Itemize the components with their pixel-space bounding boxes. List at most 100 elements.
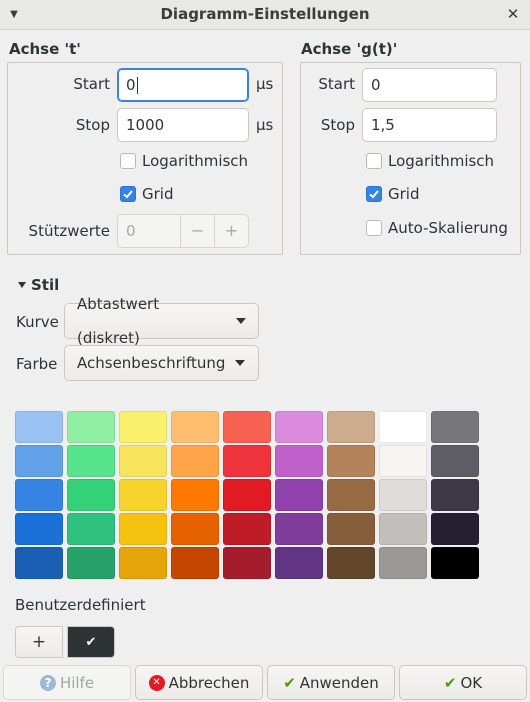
axis-t-stop-input[interactable]: 1000	[117, 108, 249, 142]
help-icon: ?	[39, 674, 56, 691]
ok-button[interactable]: ✔ OK	[399, 665, 527, 700]
curve-label: Kurve	[16, 313, 59, 331]
color-swatch[interactable]	[431, 479, 479, 511]
axis-t-stop-label: Stop	[75, 116, 110, 134]
cancel-button-label: Abbrechen	[168, 673, 250, 692]
chevron-down-icon	[235, 360, 246, 366]
color-palette	[15, 411, 481, 581]
color-swatch[interactable]	[223, 479, 271, 511]
color-swatch[interactable]	[15, 513, 63, 545]
samples-value: 0	[126, 222, 136, 240]
checkmark-icon: ✔	[283, 673, 296, 692]
axis-g-logarithmic-label: Logarithmisch	[388, 152, 495, 170]
axis-g-stop-input[interactable]: 1,5	[362, 108, 497, 142]
add-custom-color-button[interactable]: +	[15, 626, 63, 658]
color-swatch[interactable]	[379, 547, 427, 579]
axis-g-title: Achse 'g(t)'	[301, 40, 398, 58]
color-swatch[interactable]	[171, 513, 219, 545]
color-swatch[interactable]	[327, 479, 375, 511]
color-swatch[interactable]	[327, 513, 375, 545]
color-swatch[interactable]	[431, 547, 479, 579]
color-swatch[interactable]	[171, 479, 219, 511]
color-dropdown-value: Achsenbeschriftung	[77, 354, 226, 372]
apply-button[interactable]: ✔ Anwenden	[267, 665, 395, 700]
help-button-label: Hilfe	[59, 673, 95, 692]
axis-g-grid-checkbox[interactable]: Grid	[366, 185, 419, 203]
color-dropdown[interactable]: Achsenbeschriftung	[64, 345, 259, 381]
color-swatch[interactable]	[67, 411, 115, 443]
samples-decrease-button[interactable]: −	[180, 215, 214, 247]
color-swatch[interactable]	[119, 445, 167, 477]
color-swatch[interactable]	[67, 445, 115, 477]
checkmark-icon: ✔	[443, 673, 457, 692]
color-swatch[interactable]	[275, 513, 323, 545]
color-swatch[interactable]	[327, 547, 375, 579]
samples-increase-button[interactable]: +	[214, 215, 248, 247]
color-swatch[interactable]	[431, 513, 479, 545]
close-icon[interactable]: ✕	[504, 5, 522, 23]
color-swatch[interactable]	[379, 513, 427, 545]
chevron-down-icon	[236, 318, 246, 324]
color-swatch[interactable]	[223, 411, 271, 443]
color-swatch[interactable]	[171, 445, 219, 477]
color-swatch[interactable]	[275, 445, 323, 477]
color-swatch[interactable]	[119, 547, 167, 579]
style-expander-label: Stil	[31, 276, 60, 294]
title-bar: ▼ Diagramm-Einstellungen ✕	[0, 0, 530, 30]
color-swatch[interactable]	[67, 547, 115, 579]
color-swatch[interactable]	[67, 479, 115, 511]
color-swatch[interactable]	[275, 411, 323, 443]
checkbox-checked-icon	[120, 186, 136, 202]
color-swatch[interactable]	[327, 411, 375, 443]
selected-custom-color-swatch[interactable]: ✔	[67, 626, 115, 658]
color-swatch[interactable]	[431, 411, 479, 443]
expander-arrow-icon	[18, 282, 26, 288]
axis-g-start-input[interactable]: 0	[362, 68, 497, 102]
color-swatch[interactable]	[275, 547, 323, 579]
cancel-button[interactable]: ✕ Abbrechen	[135, 665, 263, 700]
color-swatch[interactable]	[15, 445, 63, 477]
color-swatch[interactable]	[223, 513, 271, 545]
help-button[interactable]: ? Hilfe	[3, 665, 131, 700]
color-swatch[interactable]	[379, 411, 427, 443]
curve-dropdown[interactable]: Abtastwert (diskret)	[64, 295, 259, 347]
ok-button-label: OK	[460, 673, 483, 692]
color-swatch[interactable]	[223, 547, 271, 579]
color-swatch[interactable]	[119, 479, 167, 511]
apply-button-label: Anwenden	[299, 673, 379, 692]
axis-t-grid-label: Grid	[142, 185, 174, 203]
axis-t-samples-spinner: 0 − +	[117, 214, 249, 248]
window-title: Diagramm-Einstellungen	[160, 5, 370, 23]
color-swatch[interactable]	[223, 445, 271, 477]
color-swatch[interactable]	[15, 479, 63, 511]
axis-t-start-input[interactable]: 0	[117, 68, 249, 102]
axis-t-logarithmic-checkbox[interactable]: Logarithmisch	[120, 152, 248, 170]
custom-colors-label: Benutzerdefiniert	[15, 596, 146, 614]
axis-t-stop-unit: μs	[256, 116, 274, 134]
color-swatch[interactable]	[275, 479, 323, 511]
color-swatch[interactable]	[171, 547, 219, 579]
axis-g-grid-label: Grid	[388, 185, 420, 203]
axis-g-start-label: Start	[318, 75, 355, 93]
axis-g-stop-label: Stop	[320, 116, 355, 134]
axis-t-grid-checkbox[interactable]: Grid	[120, 185, 173, 203]
checkbox-unchecked-icon	[120, 153, 136, 169]
color-swatch[interactable]	[67, 513, 115, 545]
color-swatch[interactable]	[15, 411, 63, 443]
color-swatch[interactable]	[379, 445, 427, 477]
color-swatch[interactable]	[15, 547, 63, 579]
color-swatch[interactable]	[171, 411, 219, 443]
axis-t-logarithmic-label: Logarithmisch	[142, 152, 249, 170]
style-expander[interactable]: Stil	[17, 276, 59, 294]
color-swatch[interactable]	[119, 411, 167, 443]
axis-t-title: Achse 't'	[9, 40, 81, 58]
checkbox-checked-icon	[366, 186, 382, 202]
axis-g-autoscale-checkbox[interactable]: Auto-Skalierung	[366, 219, 508, 237]
axis-g-logarithmic-checkbox[interactable]: Logarithmisch	[366, 152, 494, 170]
color-swatch[interactable]	[431, 445, 479, 477]
color-swatch[interactable]	[379, 479, 427, 511]
color-swatch[interactable]	[327, 445, 375, 477]
color-swatch[interactable]	[119, 513, 167, 545]
color-label: Farbe	[16, 355, 58, 373]
axis-t-start-label: Start	[73, 75, 110, 93]
